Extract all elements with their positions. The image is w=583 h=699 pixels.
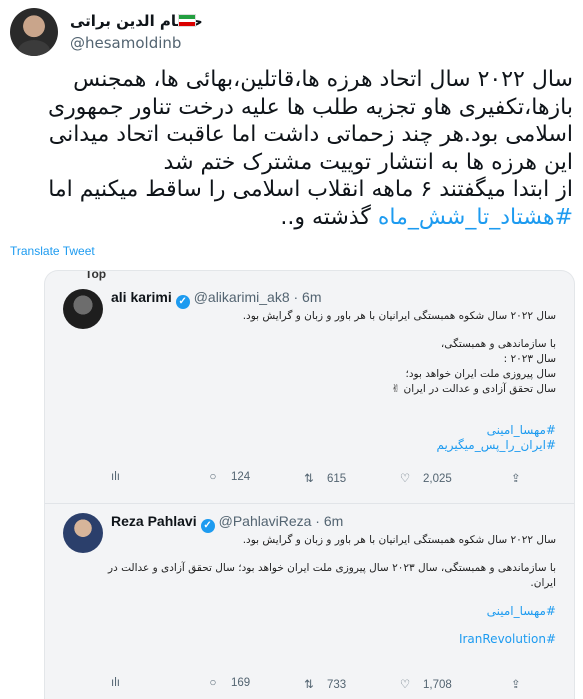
quoted-tweet-ali-karimi: ali karimi ✓ @alikarimi_ak8 · 6m سال ۲۰۲۲ … bbox=[45, 271, 574, 506]
quoted-actions: ılı ○ 169 ⇅ 733 ♡ 1,708 ⇪ bbox=[111, 677, 521, 697]
quoted-body-line: سال ۲۰۲۲ سال شکوه همبستگی ایرانیان با هر… bbox=[242, 534, 556, 546]
iran-flag-icon bbox=[178, 14, 196, 27]
views-icon: ılı bbox=[111, 677, 120, 689]
like-count: 1,708 bbox=[423, 679, 452, 691]
quoted-hashtag: #مهسا_امینی bbox=[486, 604, 556, 618]
retweet-stat: ⇅ 615 bbox=[301, 471, 346, 485]
quoted-body-line: با سازماندهی و همبستگی، bbox=[440, 338, 556, 350]
quoted-avatar bbox=[63, 513, 103, 553]
author-handle[interactable]: @hesamoldinb bbox=[70, 34, 181, 52]
retweet-count: 733 bbox=[327, 679, 347, 691]
quoted-hashtag: #ایران_را_پس_میگیریم bbox=[436, 438, 556, 452]
views-icon: ılı bbox=[111, 471, 120, 483]
like-stat: ♡ 1,708 bbox=[397, 677, 452, 691]
quoted-tweet-reza-pahlavi: Reza Pahlavi ✓ @PahlaviReza · 6m سال ۲۰۲۲ … bbox=[45, 503, 574, 699]
hashtag-link[interactable]: #هشتاد_تا_شش_ماه bbox=[378, 205, 573, 230]
quoted-body: سال ۲۰۲۲ سال شکوه همبستگی ایرانیان با هر… bbox=[243, 309, 556, 453]
tweet-media-image[interactable]: Top ali karimi ✓ @alikarimi_ak8 · 6m سال ۲… bbox=[44, 270, 575, 699]
quoted-actions: ılı ○ 124 ⇅ 615 ♡ 2,025 ⇪ bbox=[111, 471, 521, 491]
quoted-body: سال ۲۰۲۲ سال شکوه همبستگی ایرانیان با هر… bbox=[108, 533, 556, 647]
retweet-count: 615 bbox=[327, 473, 347, 485]
reply-stat: ○ 124 bbox=[205, 471, 251, 483]
like-count: 2,025 bbox=[423, 473, 452, 485]
quoted-body-line: سال ۲۰۲۳ : bbox=[503, 353, 556, 365]
reply-icon: ○ bbox=[209, 677, 217, 689]
share-icon: ⇪ bbox=[511, 679, 521, 691]
quoted-hashtag: #IranRevolution bbox=[458, 632, 556, 646]
quoted-author-name: Reza Pahlavi bbox=[111, 513, 197, 529]
reply-count: 169 bbox=[231, 677, 251, 689]
tweet-header: حسام الدین براتی @hesamoldinb bbox=[0, 0, 583, 64]
reply-stat: ○ 169 bbox=[205, 677, 251, 689]
quoted-body-line: ایران. bbox=[530, 577, 556, 589]
reply-count: 124 bbox=[231, 471, 251, 483]
quoted-body-line: سال تحقق آزادی و عدالت در ایران ✌ bbox=[391, 383, 556, 395]
heart-icon: ♡ bbox=[399, 679, 411, 691]
quoted-author: Reza Pahlavi ✓ @PahlaviReza · 6m bbox=[111, 513, 343, 533]
tweet-line-rest: گذشته و.. bbox=[280, 204, 378, 230]
tweet-line: سال ۲۰۲۲ سال اتحاد هرزه ها،قاتلین،بهائی … bbox=[73, 67, 573, 92]
retweet-icon: ⇅ bbox=[304, 679, 314, 691]
quoted-author: ali karimi ✓ @alikarimi_ak8 · 6m bbox=[111, 289, 322, 309]
tweet-line: از ابتدا میگفتند ۶ ماهه انقلاب اسلامی را… bbox=[48, 177, 573, 202]
quoted-hashtag: #مهسا_امینی bbox=[486, 423, 556, 437]
quoted-avatar bbox=[63, 289, 103, 329]
reply-icon: ○ bbox=[209, 471, 217, 483]
author-avatar[interactable] bbox=[10, 8, 58, 56]
retweet-icon: ⇅ bbox=[304, 473, 314, 485]
verified-badge-icon: ✓ bbox=[175, 295, 190, 309]
retweet-stat: ⇅ 733 bbox=[301, 677, 346, 691]
share-icon: ⇪ bbox=[511, 473, 521, 485]
like-stat: ♡ 2,025 bbox=[397, 471, 452, 485]
heart-icon: ♡ bbox=[399, 473, 411, 485]
quoted-author-handle: @alikarimi_ak8 · 6m bbox=[193, 289, 322, 305]
quoted-body-line: سال پیروزی ملت ایران خواهد بود؛ bbox=[405, 368, 556, 380]
verified-badge-icon: ✓ bbox=[200, 519, 215, 533]
tweet-line-last: #هشتاد_تا_شش_ماه گذشته و.. bbox=[8, 204, 573, 232]
tweet-line: بازها،تکفیری هاو تجزیه طلب ها علیه درخت … bbox=[47, 94, 573, 120]
quoted-body-line: با سازماندهی و همبستگی، سال ۲۰۲۳ سال پیر… bbox=[108, 562, 556, 574]
quoted-body-line: سال ۲۰۲۲ سال شکوه همبستگی ایرانیان با هر… bbox=[242, 310, 556, 322]
translate-tweet-link[interactable]: Translate Tweet bbox=[10, 244, 95, 258]
tweet-line: اسلامی بود.هر چند زحماتی داشت اما عاقبت … bbox=[48, 122, 573, 147]
tweet-text: سال ۲۰۲۲ سال اتحاد هرزه ها،قاتلین،بهائی … bbox=[8, 66, 573, 231]
quoted-author-handle: @PahlaviReza · 6m bbox=[218, 513, 344, 529]
quoted-author-name: ali karimi bbox=[111, 289, 172, 305]
tweet-line: این هرزه ها به انتشار توییت مشترک ختم شد bbox=[163, 149, 573, 175]
